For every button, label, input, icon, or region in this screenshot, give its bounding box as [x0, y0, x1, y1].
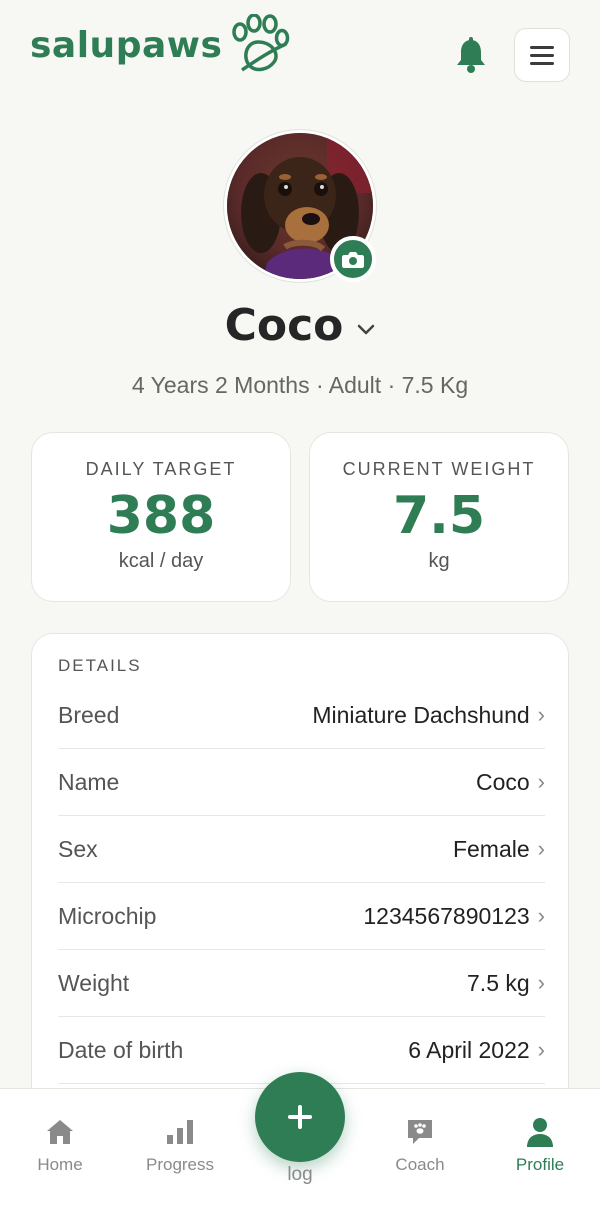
row-label: Sex: [58, 835, 98, 862]
chevron-right-icon: ›: [537, 769, 545, 794]
stat-unit: kg: [428, 550, 450, 572]
stat-value: 388: [106, 486, 216, 546]
home-icon: [0, 1115, 120, 1149]
stat-unit: kcal / day: [118, 550, 204, 572]
detail-row-sex[interactable]: Sex Female ›: [58, 816, 545, 883]
chat-paw-icon: [360, 1115, 480, 1149]
row-label: Breed: [58, 701, 120, 728]
row-value: 6 April 2022: [408, 1036, 530, 1063]
nav-coach[interactable]: Coach: [360, 1115, 480, 1175]
notifications-bell-icon[interactable]: [452, 36, 490, 74]
row-label: Microchip: [58, 902, 157, 929]
nav-label: Coach: [395, 1155, 445, 1174]
hamburger-line: [530, 53, 554, 57]
chevron-down-icon: [358, 324, 375, 334]
row-label: Weight: [58, 969, 130, 996]
row-value: 7.5 kg: [467, 969, 530, 996]
chevron-right-icon: ›: [537, 970, 545, 995]
nav-label: Home: [37, 1155, 83, 1174]
brand[interactable]: salupaws: [30, 14, 290, 76]
nav-label: Progress: [145, 1155, 215, 1174]
detail-row-microchip[interactable]: Microchip 1234567890123 ›: [58, 883, 545, 950]
row-label: Date of birth: [58, 1036, 184, 1063]
pet-summary: 4 Years 2 Months · Adult · 7.5 Kg: [131, 372, 469, 398]
bar-chart-icon: [120, 1115, 240, 1149]
row-value: Coco: [475, 768, 530, 795]
brand-name: salupaws: [30, 24, 223, 66]
row-value: Miniature Dachshund: [312, 701, 530, 728]
details-title: DETAILS: [58, 656, 142, 675]
chevron-right-icon: ›: [537, 903, 545, 928]
hamburger-line: [530, 45, 554, 49]
log-label: log: [287, 1164, 313, 1185]
pet-name: Coco: [224, 300, 344, 351]
change-photo-camera-icon[interactable]: [330, 236, 376, 282]
app-header: salupaws: [0, 0, 600, 100]
plus-icon: [288, 1105, 312, 1129]
paw-logo-icon: [232, 14, 290, 72]
stat-label: CURRENT WEIGHT: [342, 459, 536, 479]
stat-label: DAILY TARGET: [85, 459, 237, 479]
nav-home[interactable]: Home: [0, 1115, 120, 1175]
nav-label: Profile: [515, 1155, 565, 1174]
chevron-right-icon: ›: [537, 702, 545, 727]
log-add-button[interactable]: [255, 1072, 345, 1162]
row-label: Name: [58, 768, 120, 795]
current-weight-card: CURRENT WEIGHT 7.5 kg: [309, 432, 569, 602]
pet-avatar-container: [224, 130, 376, 282]
pet-name-selector[interactable]: Coco: [0, 300, 600, 351]
chevron-right-icon: ›: [537, 836, 545, 861]
daily-target-card: DAILY TARGET 388 kcal / day: [31, 432, 291, 602]
hamburger-line: [530, 61, 554, 65]
nav-profile[interactable]: Profile: [480, 1115, 600, 1175]
row-value: 1234567890123: [363, 902, 530, 929]
detail-row-name[interactable]: Name Coco ›: [58, 749, 545, 816]
chevron-right-icon: ›: [537, 1037, 545, 1062]
menu-button[interactable]: [514, 28, 570, 82]
stat-value: 7.5: [392, 486, 486, 546]
detail-row-weight[interactable]: Weight 7.5 kg ›: [58, 950, 545, 1017]
person-icon: [480, 1115, 600, 1149]
nav-progress[interactable]: Progress: [120, 1115, 240, 1175]
row-value: Female: [452, 835, 530, 862]
detail-row-breed[interactable]: Breed Miniature Dachshund ›: [58, 682, 545, 749]
